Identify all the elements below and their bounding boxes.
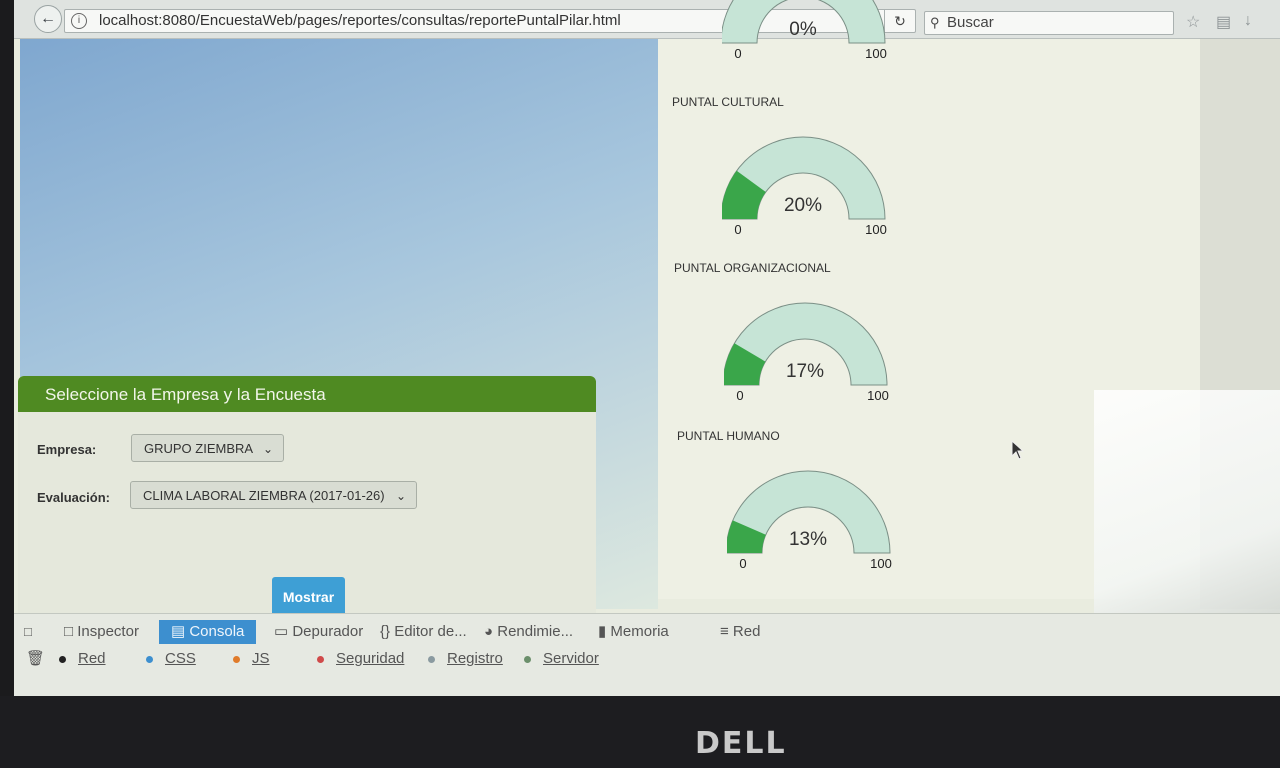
selection-panel: Seleccione la Empresa y la Encuesta Empr… — [18, 376, 596, 617]
tab-depurador-label: Depurador — [292, 623, 364, 640]
tab-memoria[interactable]: ▮ Memoria — [598, 620, 669, 644]
tab-memoria-label: Memoria — [610, 623, 669, 640]
gauge-block: PUNTAL CULTURAL 20% 0 100 — [672, 95, 932, 260]
panel-title: Seleccione la Empresa y la Encuesta — [18, 376, 596, 412]
mouse-cursor-icon — [1011, 440, 1025, 460]
gauge-min-label: 0 — [739, 556, 746, 571]
tab-inspector-label: Inspector — [77, 623, 139, 640]
filter-js-label: JS — [252, 650, 270, 667]
monitor-screen: ← i localhost:8080/EncuestaWeb/pages/rep… — [14, 0, 1280, 696]
css-dot-icon — [146, 655, 153, 663]
empresa-label: Empresa: — [37, 442, 97, 457]
pick-element-icon[interactable]: □ — [24, 620, 32, 644]
filter-red-label: Red — [78, 650, 106, 667]
filter-servidor-label: Servidor — [543, 650, 599, 667]
tab-editor[interactable]: {} Editor de... — [380, 620, 467, 644]
gauge-min-label: 0 — [736, 388, 743, 403]
trash-icon[interactable]: 🗑 — [26, 648, 45, 670]
gauge-value: 13% — [789, 529, 827, 550]
gauge-chart: 0% 0 100 — [722, 0, 887, 61]
empresa-select[interactable]: GRUPO ZIEMBRA ⌄ — [131, 434, 284, 462]
tab-rendimiento-label: Rendimie... — [497, 623, 574, 640]
filter-red[interactable]: Red — [59, 648, 106, 670]
browser-toolbar: ← i localhost:8080/EncuestaWeb/pages/rep… — [14, 0, 1280, 39]
gauge-title: PUNTAL HUMANO — [677, 429, 780, 443]
gauge-max-label: 100 — [870, 556, 892, 571]
registro-dot-icon — [428, 655, 435, 663]
js-dot-icon — [233, 655, 240, 663]
gauge-chart: 20% 0 100 — [722, 136, 887, 237]
tab-inspector[interactable]: □ Inspector — [64, 620, 139, 644]
filter-css-label: CSS — [165, 650, 196, 667]
gauge-chart: 13% 0 100 — [727, 470, 892, 571]
search-input[interactable]: ⚲ Buscar — [924, 11, 1174, 35]
gauge-max-label: 100 — [865, 46, 887, 61]
mostrar-button[interactable]: Mostrar — [272, 577, 345, 617]
evaluacion-value: CLIMA LABORAL ZIEMBRA (2017-01-26) — [143, 488, 385, 503]
filter-js[interactable]: JS — [233, 648, 270, 670]
back-arrow-icon[interactable]: ← — [34, 5, 62, 33]
filter-seguridad[interactable]: Seguridad — [317, 648, 404, 670]
gauge-title: PUNTAL ORGANIZACIONAL — [674, 261, 831, 275]
gauge-value: 20% — [784, 195, 822, 216]
servidor-dot-icon — [524, 655, 531, 663]
tab-consola[interactable]: ▤ Consola — [159, 620, 257, 644]
gauge-block: 0% 0 100 — [672, 0, 932, 84]
evaluacion-label: Evaluación: — [37, 490, 110, 505]
devtools-panel: □ □ Inspector ▤ Consola ▭ Depurador {} E… — [14, 613, 1280, 696]
brand-logo: DELL — [695, 726, 787, 761]
bookmark-star-icon[interactable]: ☆ — [1186, 12, 1200, 32]
tab-red-label: Red — [732, 623, 761, 640]
gauge-min-label: 0 — [734, 46, 741, 61]
filter-registro[interactable]: Registro — [428, 648, 503, 670]
filter-registro-label: Registro — [447, 650, 503, 667]
gauge-min-label: 0 — [734, 222, 741, 237]
filter-css[interactable]: CSS — [146, 648, 196, 670]
tab-consola-label: Consola — [189, 623, 245, 640]
filter-seguridad-label: Seguridad — [336, 650, 405, 667]
tab-editor-label: Editor de... — [394, 623, 467, 640]
tab-depurador[interactable]: ▭ Depurador — [274, 620, 363, 644]
filter-servidor[interactable]: Servidor — [524, 648, 599, 670]
monitor-bezel — [0, 696, 1280, 768]
gauge-value: 0% — [789, 19, 817, 40]
info-icon[interactable]: i — [71, 13, 87, 29]
url-text: localhost:8080/EncuestaWeb/pages/reporte… — [99, 12, 621, 29]
red-dot-icon — [59, 655, 66, 663]
search-placeholder: Buscar — [947, 14, 994, 31]
clipboard-icon[interactable]: ▤ — [1216, 12, 1231, 32]
evaluacion-select[interactable]: CLIMA LABORAL ZIEMBRA (2017-01-26) ⌄ — [130, 481, 417, 509]
gauge-max-label: 100 — [865, 222, 887, 237]
gauge-max-label: 100 — [867, 388, 889, 403]
gauge-block: PUNTAL ORGANIZACIONAL 17% 0 100 — [674, 261, 934, 426]
gauge-block: PUNTAL HUMANO 13% 0 100 — [677, 429, 937, 594]
chevron-down-icon: ⌄ — [262, 442, 273, 456]
chevron-down-icon: ⌄ — [395, 489, 406, 503]
download-icon[interactable]: ↓ — [1244, 12, 1252, 30]
seguridad-dot-icon — [317, 655, 324, 663]
gauge-value: 17% — [786, 361, 824, 382]
gauge-chart: 17% 0 100 — [724, 302, 889, 403]
tab-red[interactable]: ≡ Red — [720, 620, 760, 644]
tab-rendimiento[interactable]: ◕ Rendimie... — [484, 620, 573, 644]
gauge-title: PUNTAL CULTURAL — [672, 95, 784, 109]
empresa-value: GRUPO ZIEMBRA — [144, 441, 254, 456]
